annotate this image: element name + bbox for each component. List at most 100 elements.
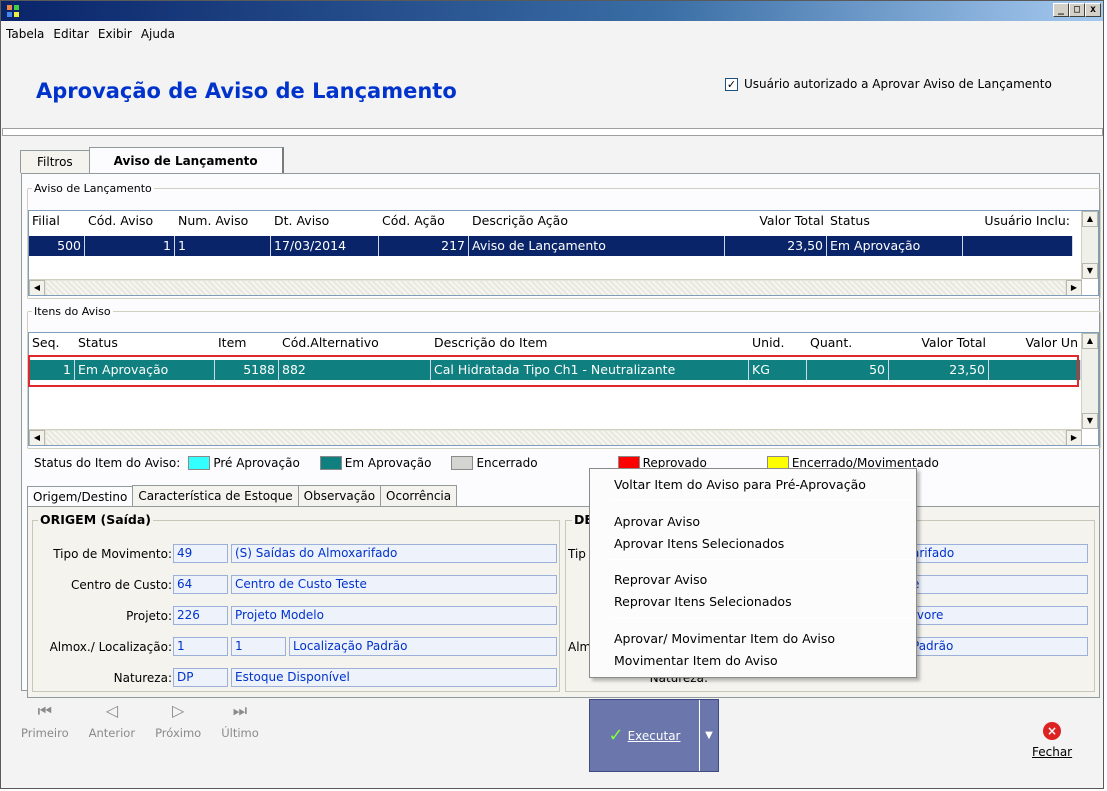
col-cod-acao[interactable]: Cód. Ação <box>379 211 469 231</box>
col-unid[interactable]: Unid. <box>749 333 807 353</box>
executar-split-button[interactable]: ✓ Executar ▼ <box>589 699 719 772</box>
menu-aprovar-itens[interactable]: Aprovar Itens Selecionados <box>614 536 784 551</box>
col-item-status[interactable]: Status <box>75 333 215 353</box>
close-window-button[interactable]: x <box>1085 3 1101 17</box>
scroll-up-icon[interactable]: ▲ <box>1082 333 1098 349</box>
itens-vscroll[interactable]: ▲ ▼ <box>1081 333 1098 429</box>
tab-filtros[interactable]: Filtros <box>20 150 90 173</box>
centro-custo-code[interactable]: 64 <box>173 575 228 594</box>
menu-aprovar-aviso[interactable]: Aprovar Aviso <box>614 514 700 529</box>
cell-descricao-item: Cal Hidratada Tipo Ch1 - Neutralizante <box>431 360 749 380</box>
menu-aprovar-movimentar[interactable]: Aprovar/ Movimentar Item do Aviso <box>614 631 835 646</box>
col-dt-aviso[interactable]: Dt. Aviso <box>271 211 379 231</box>
menu-reprovar-aviso[interactable]: Reprovar Aviso <box>614 572 707 587</box>
first-record-icon: ⏮ <box>37 701 53 720</box>
table-row[interactable]: 500 1 1 17/03/2014 217 Aviso de Lançamen… <box>29 236 1073 256</box>
cell-num-aviso: 1 <box>175 236 271 256</box>
executar-dropdown-button[interactable]: ▼ <box>700 730 718 741</box>
main-tabs: Filtros Aviso de Lançamento <box>20 146 284 174</box>
tipo-movimento-code[interactable]: 49 <box>173 544 228 563</box>
scroll-left-icon[interactable]: ◀ <box>29 280 45 295</box>
localizacao-desc: Localização Padrão <box>289 637 557 656</box>
executar-button[interactable]: ✓ Executar <box>590 700 700 771</box>
ultimo-button[interactable]: ⏭ Último <box>221 700 259 740</box>
col-filial[interactable]: Filial <box>29 211 85 231</box>
title-bar: _ □ x <box>1 1 1103 21</box>
col-valor-total[interactable]: Valor Total <box>725 211 827 231</box>
col-item[interactable]: Item <box>215 333 279 353</box>
menu-tabela[interactable]: Tabela <box>6 27 44 41</box>
cell-item-status: Em Aprovação <box>75 360 215 380</box>
destino-centro-desc: e <box>908 575 1088 594</box>
col-status[interactable]: Status <box>827 211 963 231</box>
status-legend-label: Status do Item do Aviso: <box>34 456 181 470</box>
destino-tipo-desc: arifado <box>908 544 1088 563</box>
label-centro-custo: Centro de Custo: <box>70 578 172 592</box>
menu-movimentar-item[interactable]: Movimentar Item do Aviso <box>614 653 778 668</box>
destino-projeto-desc: rvore <box>908 606 1088 625</box>
col-cod-alternativo[interactable]: Cód.Alternativo <box>279 333 431 353</box>
scroll-left-icon[interactable]: ◀ <box>29 430 45 445</box>
minimize-button[interactable]: _ <box>1053 3 1069 17</box>
col-valor-unit[interactable]: Valor Un <box>989 333 1081 353</box>
aviso-grid[interactable]: Filial Cód. Aviso Num. Aviso Dt. Aviso C… <box>28 210 1099 296</box>
natureza-code[interactable]: DP <box>173 668 228 687</box>
scroll-right-icon[interactable]: ▶ <box>1066 280 1082 295</box>
scroll-right-icon[interactable]: ▶ <box>1066 430 1082 445</box>
anterior-button[interactable]: ◁ Anterior <box>89 700 135 740</box>
col-usuario-inclusao[interactable]: Usuário Inclu: <box>963 211 1073 231</box>
proximo-button[interactable]: ▷ Próximo <box>155 700 201 740</box>
almox-code[interactable]: 1 <box>173 637 228 656</box>
menu-ajuda[interactable]: Ajuda <box>141 27 175 41</box>
tipo-movimento-desc: (S) Saídas do Almoxarifado <box>231 544 557 563</box>
menu-reprovar-itens[interactable]: Reprovar Itens Selecionados <box>614 594 792 609</box>
aviso-hscroll[interactable]: ◀ ▶ <box>29 279 1082 295</box>
auth-checkbox-row[interactable]: ✓ Usuário autorizado a Aprovar Aviso de … <box>725 77 1052 91</box>
tab-aviso-lancamento[interactable]: Aviso de Lançamento <box>88 147 284 174</box>
scroll-down-icon[interactable]: ▼ <box>1082 413 1098 429</box>
col-cod-aviso[interactable]: Cód. Aviso <box>85 211 175 231</box>
menu-editar[interactable]: Editar <box>53 27 89 41</box>
legend-em-aprovacao: Em Aprovação <box>319 456 431 470</box>
ultimo-label: Último <box>221 726 259 740</box>
col-descricao-acao[interactable]: Descrição Ação <box>469 211 725 231</box>
table-row[interactable]: 1 Em Aprovação 5188 882 Cal Hidratada Ti… <box>29 360 1081 380</box>
aviso-vscroll[interactable]: ▲ ▼ <box>1081 211 1098 279</box>
natureza-desc: Estoque Disponível <box>231 668 557 687</box>
menu-separator <box>610 559 912 560</box>
primeiro-button[interactable]: ⏮ Primeiro <box>21 700 69 740</box>
scroll-track[interactable] <box>46 281 1065 295</box>
next-record-icon: ▷ <box>171 701 185 720</box>
cell-status: Em Aprovação <box>827 236 963 256</box>
col-quant[interactable]: Quant. <box>807 333 889 353</box>
col-descricao-item[interactable]: Descrição do Item <box>431 333 749 353</box>
projeto-code[interactable]: 226 <box>173 606 228 625</box>
app-icon <box>7 5 19 17</box>
page-title: Aprovação de Aviso de Lançamento <box>36 79 457 103</box>
aviso-legend: Aviso de Lançamento <box>34 182 152 195</box>
menu-voltar-pre-aprovacao[interactable]: Voltar Item do Aviso para Pré-Aprovação <box>614 477 866 492</box>
auth-checkbox[interactable]: ✓ <box>725 77 738 91</box>
tab-observacao[interactable]: Observação <box>297 485 382 508</box>
swatch-pre-aprovacao <box>188 456 211 470</box>
aviso-grid-header: Filial Cód. Aviso Num. Aviso Dt. Aviso C… <box>29 211 1073 231</box>
col-num-aviso[interactable]: Num. Aviso <box>175 211 271 231</box>
maximize-button[interactable]: □ <box>1069 3 1085 17</box>
scroll-track[interactable] <box>46 431 1065 445</box>
menu-exibir[interactable]: Exibir <box>98 27 132 41</box>
itens-grid[interactable]: Seq. Status Item Cód.Alternativo Descriç… <box>28 332 1099 446</box>
primeiro-label: Primeiro <box>21 726 69 740</box>
scroll-down-icon[interactable]: ▼ <box>1082 263 1098 279</box>
label-natureza: Natureza: <box>113 671 172 685</box>
record-navigation: ⏮ Primeiro ◁ Anterior ▷ Próximo ⏭ Último <box>21 700 259 740</box>
cell-unid: KG <box>749 360 807 380</box>
localizacao-code[interactable]: 1 <box>231 637 286 656</box>
menu-bar: Tabela Editar Exibir Ajuda <box>6 27 175 41</box>
scroll-up-icon[interactable]: ▲ <box>1082 211 1098 227</box>
fechar-button[interactable]: × Fechar <box>1032 722 1072 759</box>
col-seq[interactable]: Seq. <box>29 333 75 353</box>
tab-ocorrencia[interactable]: Ocorrência <box>380 485 458 508</box>
tab-caracteristica-estoque[interactable]: Característica de Estoque <box>132 485 299 508</box>
col-item-valor-total[interactable]: Valor Total <box>889 333 989 353</box>
itens-hscroll[interactable]: ◀ ▶ <box>29 429 1082 445</box>
